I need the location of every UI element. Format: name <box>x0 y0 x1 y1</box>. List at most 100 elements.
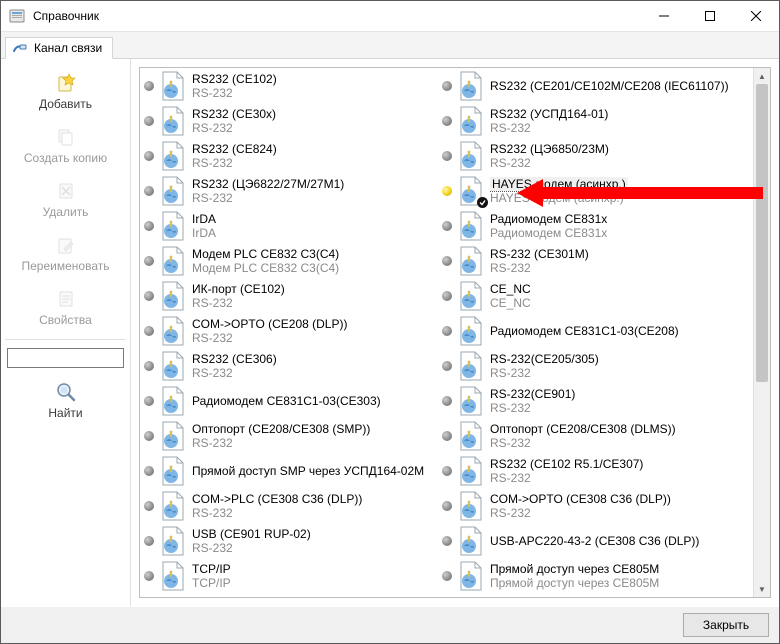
status-bullet-icon <box>144 256 154 266</box>
item-list[interactable]: RS232 (CE102)RS-232 RS232 (CE30x)RS-232 RS… <box>140 68 754 597</box>
channel-file-icon <box>456 246 486 276</box>
item-subtitle: HAYES-модем (асинхр.) <box>490 191 628 205</box>
channel-file-icon <box>158 526 188 556</box>
item-texts: COM->OPTO (CE208 (DLP))RS-232 <box>192 317 347 345</box>
sidebar-separator <box>5 339 126 340</box>
vertical-scrollbar[interactable]: ▲ ▼ <box>753 68 770 597</box>
item-subtitle: Прямой доступ через CE805M <box>490 576 659 590</box>
channel-file-icon <box>158 456 188 486</box>
search-input[interactable] <box>7 348 124 368</box>
minimize-button[interactable] <box>641 1 687 31</box>
copy-button[interactable]: Создать копию <box>5 119 126 173</box>
list-item[interactable]: IrDAIrDA <box>140 208 438 243</box>
delete-button[interactable]: Удалить <box>5 173 126 227</box>
item-subtitle: RS-232 <box>192 191 344 205</box>
item-subtitle: RS-232 <box>192 86 277 100</box>
list-item[interactable]: Модем PLC CE832 C3(C4)Модем PLC CE832 C3… <box>140 243 438 278</box>
list-item[interactable]: Прямой доступ SMP через УСПД164-02М <box>140 453 438 488</box>
item-texts: Оптопорт (CE208/CE308 (SMP))RS-232 <box>192 422 370 450</box>
list-item[interactable]: Радиомодем CE831C1-03(CE303) <box>140 383 438 418</box>
list-item[interactable]: RS232 (CE824)RS-232 <box>140 138 438 173</box>
channel-file-icon <box>456 386 486 416</box>
item-title: RS-232(CE901) <box>490 387 575 401</box>
list-item[interactable]: COM->OPTO (CE208 (DLP))RS-232 <box>140 313 438 348</box>
list-item[interactable]: Прямой доступ через CE805MПрямой доступ … <box>438 558 736 593</box>
add-button[interactable]: Добавить <box>5 65 126 119</box>
channel-file-icon <box>456 71 486 101</box>
list-item[interactable]: Оптопорт (CE208/CE308 (DLMS))RS-232 <box>438 418 736 453</box>
close-button[interactable] <box>733 1 779 31</box>
channel-file-icon <box>158 421 188 451</box>
item-title: USB-APC220-43-2 (CE308 C36 (DLP)) <box>490 534 699 548</box>
status-bullet-icon <box>442 571 452 581</box>
find-label: Найти <box>48 406 82 420</box>
list-item[interactable]: RS232 (CE102)RS-232 <box>140 68 438 103</box>
list-item[interactable]: RS232 (CE30x)RS-232 <box>140 103 438 138</box>
status-bullet-icon <box>442 291 452 301</box>
item-subtitle: RS-232 <box>490 506 671 520</box>
item-subtitle: RS-232 <box>192 156 277 170</box>
channel-file-icon <box>456 526 486 556</box>
rename-button[interactable]: Переименовать <box>5 227 126 281</box>
maximize-button[interactable] <box>687 1 733 31</box>
item-texts: RS-232(CE205/305)RS-232 <box>490 352 599 380</box>
status-bullet-icon <box>442 501 452 511</box>
item-texts: RS232 (CE30x)RS-232 <box>192 107 276 135</box>
channel-file-icon <box>158 141 188 171</box>
list-item[interactable]: RS232 (ЦЭ6822/27М/27М1)RS-232 <box>140 173 438 208</box>
scroll-thumb[interactable] <box>756 84 768 382</box>
item-title: HAYES-модем (асинхр.) <box>490 177 628 191</box>
find-button[interactable]: Найти <box>5 374 126 428</box>
item-texts: Радиомодем CE831C1-03(CE303) <box>192 394 381 408</box>
list-item[interactable]: RS-232(CE205/305)RS-232 <box>438 348 736 383</box>
item-subtitle: Модем PLC CE832 C3(C4) <box>192 261 339 275</box>
list-item[interactable]: COM->OPTO (CE308 C36 (DLP))RS-232 <box>438 488 736 523</box>
item-subtitle: RS-232 <box>490 121 608 135</box>
properties-button[interactable]: Свойства <box>5 281 126 335</box>
item-texts: RS-232 (CE301M)RS-232 <box>490 247 589 275</box>
tab-channel[interactable]: Канал связи <box>5 37 113 59</box>
list-container: RS232 (CE102)RS-232 RS232 (CE30x)RS-232 RS… <box>139 67 771 598</box>
status-bullet-icon <box>442 361 452 371</box>
channel-file-icon <box>456 141 486 171</box>
item-texts: RS232 (CE102)RS-232 <box>192 72 277 100</box>
item-title: RS232 (УСПД164-01) <box>490 107 608 121</box>
item-subtitle: RS-232 <box>490 156 609 170</box>
item-subtitle: RS-232 <box>490 471 643 485</box>
list-item[interactable]: Радиомодем CE831C1-03(CE208) <box>438 313 736 348</box>
list-item[interactable]: RS232 (CE201/CE102M/CE208 (IEC61107)) <box>438 68 736 103</box>
scroll-up-icon[interactable]: ▲ <box>754 68 770 84</box>
list-item[interactable]: RS-232(CE901)RS-232 <box>438 383 736 418</box>
delete-label: Удалить <box>43 205 89 219</box>
list-item[interactable]: RS232 (CE102 R5.1/CE307)RS-232 <box>438 453 736 488</box>
list-item[interactable]: Оптопорт (CE208/CE308 (SMP))RS-232 <box>140 418 438 453</box>
item-subtitle: TCP/IP <box>192 576 231 590</box>
search-icon <box>54 380 78 404</box>
list-item[interactable]: COM->PLC (CE308 C36 (DLP))RS-232 <box>140 488 438 523</box>
item-title: ИК-порт (CE102) <box>192 282 285 296</box>
app-icon <box>9 8 25 24</box>
link-icon <box>12 41 28 55</box>
close-dialog-button[interactable]: Закрыть <box>683 613 769 637</box>
scroll-track[interactable] <box>754 84 770 581</box>
item-title: RS232 (CE102 R5.1/CE307) <box>490 457 643 471</box>
list-item[interactable]: HAYES-модем (асинхр.)HAYES-модем (асинхр… <box>438 173 736 208</box>
channel-file-icon <box>158 281 188 311</box>
item-subtitle: RS-232 <box>192 366 277 380</box>
scroll-down-icon[interactable]: ▼ <box>754 581 770 597</box>
list-item[interactable]: RS232 (ЦЭ6850/23М)RS-232 <box>438 138 736 173</box>
channel-file-icon <box>158 491 188 521</box>
add-label: Добавить <box>39 97 92 111</box>
list-item[interactable]: TCP/IPTCP/IP <box>140 558 438 593</box>
item-title: IrDA <box>192 212 216 226</box>
list-item[interactable]: USB (CE901 RUP-02)RS-232 <box>140 523 438 558</box>
list-item[interactable]: RS232 (УСПД164-01)RS-232 <box>438 103 736 138</box>
list-item[interactable]: ИК-порт (CE102)RS-232 <box>140 278 438 313</box>
status-bullet-icon <box>442 396 452 406</box>
list-item[interactable]: USB-APC220-43-2 (CE308 C36 (DLP)) <box>438 523 736 558</box>
channel-file-icon <box>456 561 486 591</box>
list-item[interactable]: Радиомодем CE831xРадиомодем CE831x <box>438 208 736 243</box>
list-item[interactable]: CE_NCCE_NC <box>438 278 736 313</box>
list-item[interactable]: RS232 (CE306)RS-232 <box>140 348 438 383</box>
list-item[interactable]: RS-232 (CE301M)RS-232 <box>438 243 736 278</box>
